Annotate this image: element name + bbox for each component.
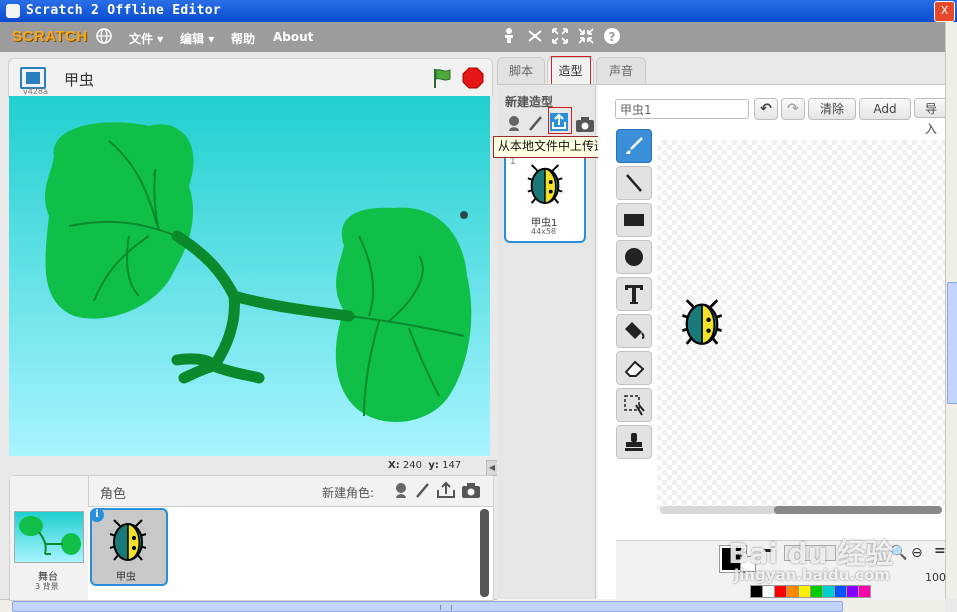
clear-button[interactable]: 清除 — [808, 98, 856, 120]
paint-sprite-icon[interactable] — [414, 481, 432, 502]
import-button[interactable]: 导入 — [914, 98, 945, 136]
upload-icon-highlight-box — [548, 107, 572, 134]
menu-bar: SCRATCH 文件 ▾ 编辑 ▾ 帮助 About ? — [0, 22, 945, 52]
grow-icon[interactable] — [550, 27, 570, 47]
line-tool[interactable] — [616, 166, 652, 200]
text-tool[interactable] — [616, 277, 652, 311]
select-tool[interactable] — [616, 388, 652, 422]
stage-backdrop-count: 3 背景 — [35, 582, 59, 591]
sprite-thumbnail-selected[interactable]: i 甲虫 — [90, 508, 168, 586]
ellipse-icon — [625, 248, 643, 266]
stamp-icon — [625, 433, 643, 451]
stage-canvas[interactable] — [9, 96, 490, 456]
page-vertical-scrollbar[interactable] — [945, 22, 957, 599]
costume-size-label: 44x58 — [531, 227, 557, 236]
palette-color-swatch[interactable] — [858, 585, 871, 598]
zoom-reset-icon[interactable]: = — [934, 543, 946, 559]
window-close-button[interactable]: X — [934, 1, 955, 22]
duplicate-icon[interactable] — [499, 27, 519, 47]
svg-text:?: ? — [609, 30, 616, 44]
sprite-library-icon[interactable] — [392, 481, 410, 502]
menu-help[interactable]: 帮助 — [231, 30, 255, 47]
app-icon — [6, 4, 20, 18]
rectangle-tool[interactable] — [616, 203, 652, 237]
new-sprite-label: 新建角色: — [322, 486, 375, 500]
stage-thumbnail[interactable] — [14, 511, 84, 563]
presentation-mode-icon[interactable] — [20, 67, 46, 89]
help-icon[interactable]: ? — [602, 27, 622, 47]
canvas-horizontal-scrollbar[interactable] — [660, 506, 942, 514]
sprite-name: 甲虫 — [116, 572, 136, 583]
fill-icon — [625, 322, 645, 339]
version-label: v428a — [23, 87, 48, 96]
new-costume-label: 新建造型 — [505, 95, 554, 109]
costume-name-field[interactable]: 甲虫1 — [615, 99, 749, 119]
tab-scripts[interactable]: 脚本 — [497, 57, 545, 85]
camera-costume-icon[interactable] — [575, 115, 595, 136]
costume-thumbnail-selected[interactable]: 1 甲虫1 44x58 — [504, 153, 586, 243]
ellipse-tool[interactable] — [616, 240, 652, 274]
language-globe-icon[interactable] — [94, 27, 114, 47]
paint-costume-icon[interactable] — [527, 114, 545, 135]
green-flag-icon[interactable] — [431, 67, 453, 92]
sprite-pane: 舞台 3 背景 角色 新建角色: i 甲虫 — [9, 475, 494, 601]
menu-about[interactable]: About — [273, 30, 313, 44]
beetle-costume-drawing — [681, 299, 723, 345]
sprite-info-icon[interactable]: i — [90, 508, 104, 522]
stage-header: v428a 甲虫 — [8, 58, 493, 97]
cut-icon[interactable] — [525, 27, 545, 47]
brush-icon — [626, 137, 643, 154]
window-titlebar: Scratch 2 Offline Editor X — [0, 0, 957, 22]
plant-backdrop-drawing — [45, 122, 472, 423]
costume-library-icon[interactable] — [505, 114, 523, 135]
window-title: Scratch 2 Offline Editor — [26, 3, 222, 18]
eraser-tool[interactable] — [616, 351, 652, 385]
costume-list: 新建造型 1 甲虫1 44x58 — [497, 85, 596, 599]
undo-icon: ↶ — [760, 101, 772, 117]
stage-thumbnail-column: 舞台 3 背景 — [10, 476, 88, 600]
line-icon — [626, 174, 642, 192]
upload-sprite-icon[interactable] — [436, 481, 456, 502]
fill-tool[interactable] — [616, 314, 652, 348]
zoom-level: 100 — [925, 571, 946, 584]
watermark-url: jingyan.baidu.com — [734, 566, 890, 584]
costume-number: 1 — [510, 157, 516, 167]
select-icon — [624, 395, 645, 416]
zoom-out-icon[interactable]: ⊖ — [911, 545, 923, 561]
costume-canvas[interactable] — [657, 140, 945, 510]
stamp-tool[interactable] — [616, 425, 652, 459]
rectangle-icon — [624, 214, 644, 226]
eraser-icon — [624, 360, 645, 377]
undo-button[interactable]: ↶ — [754, 98, 778, 120]
text-icon — [625, 285, 643, 304]
current-sprite-name: 甲虫 — [64, 71, 95, 89]
tab-sounds[interactable]: 声音 — [596, 57, 646, 85]
stop-sign-icon[interactable] — [462, 67, 484, 92]
add-button[interactable]: Add — [859, 98, 911, 120]
mouse-coordinates: X: 240 y: 147 — [388, 460, 462, 471]
sprite-list-scrollbar[interactable] — [480, 509, 489, 597]
menu-edit[interactable]: 编辑 ▾ — [180, 30, 214, 47]
redo-button[interactable]: ↷ — [781, 98, 805, 120]
scratch-logo[interactable]: SCRATCH — [12, 28, 88, 45]
camera-sprite-icon[interactable] — [461, 481, 481, 502]
menu-file[interactable]: 文件 ▾ — [129, 30, 163, 47]
sprites-heading: 角色 — [100, 487, 127, 502]
redo-icon: ↷ — [787, 101, 799, 117]
brush-tool[interactable] — [616, 129, 652, 163]
sprite-pane-header: 角色 新建角色: — [88, 476, 493, 507]
shrink-icon[interactable] — [576, 27, 596, 47]
